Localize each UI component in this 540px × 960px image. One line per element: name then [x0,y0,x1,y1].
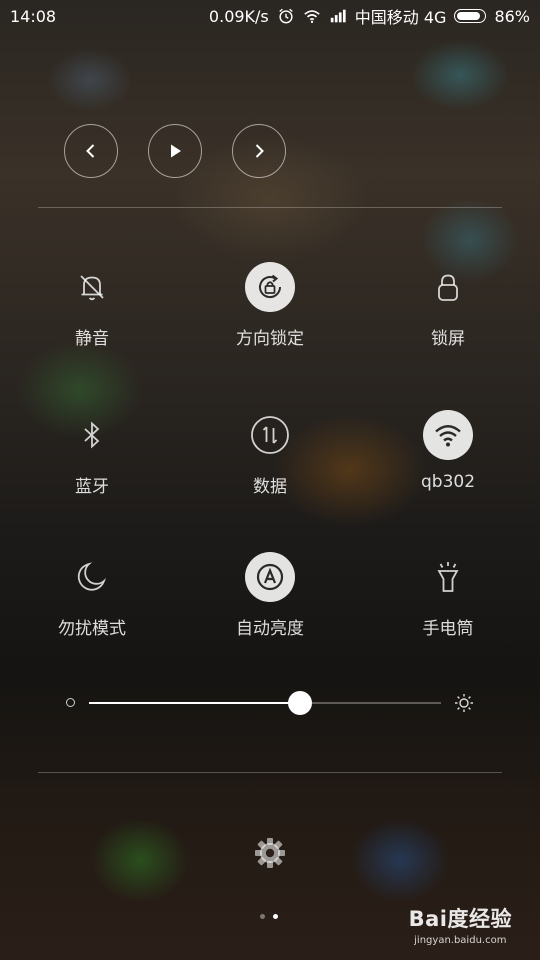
next-icon [255,144,264,158]
rotation-lock-icon [245,262,295,312]
top-divider [38,207,502,208]
net-speed: 0.09K/s [208,6,269,26]
signal-icon [330,9,346,23]
brightness-slider[interactable] [60,690,480,716]
previous-button[interactable] [64,124,118,178]
toggle-label: qb302 [420,472,476,492]
auto-brightness-icon [245,552,295,602]
page-indicator [260,914,278,919]
brightness-high-icon [455,694,473,712]
bottom-divider [38,772,502,773]
toggle-wifi[interactable]: qb302 [368,410,528,492]
wifi-icon [423,410,473,460]
toggle-label: 蓝牙 [75,477,109,497]
page-dot [260,914,265,919]
toggle-auto-brightness[interactable]: 自动亮度 [190,552,350,639]
status-time: 14:08 [10,6,57,26]
toggle-label: 数据 [253,477,287,497]
data-arrows-icon [245,410,295,460]
brightness-thumb[interactable] [288,691,313,715]
status-bar: 14:08 0.09K/s 中国移动 4G 86% [0,0,540,32]
status-right: 0.09K/s 中国移动 4G 86% [209,4,530,28]
toggle-label: 自动亮度 [236,619,304,639]
brightness-fill [89,702,301,704]
toggle-label: 锁屏 [431,329,465,349]
play-icon [171,144,181,158]
page-dot-current [273,914,278,919]
baidu-watermark: Bai度经验 jingyan.baidu.com [409,903,512,946]
watermark-url: jingyan.baidu.com [414,935,507,946]
watermark-logo: Bai度经验 [408,907,512,931]
battery-icon [454,9,487,23]
brightness-low-icon [66,698,75,707]
previous-icon [86,144,95,158]
toggle-lock-screen[interactable]: 锁屏 [368,262,528,349]
toggle-label: 方向锁定 [236,329,304,349]
lock-icon [423,262,473,312]
carrier-label: 中国移动 4G [354,8,447,27]
media-controls [64,124,286,178]
battery-percent: 86% [494,6,530,26]
toggle-do-not-disturb[interactable]: 勿扰模式 [12,552,172,639]
moon-icon [67,552,117,602]
flashlight-icon [423,552,473,602]
bluetooth-icon [67,410,117,460]
brightness-track[interactable] [89,691,441,715]
toggle-label: 勿扰模式 [58,619,126,639]
toggle-bluetooth[interactable]: 蓝牙 [12,410,172,497]
toggle-label: 手电筒 [422,619,474,639]
toggle-flashlight[interactable]: 手电筒 [368,552,528,639]
toggle-mobile-data[interactable]: 数据 [190,410,350,497]
play-button[interactable] [148,124,202,178]
toggle-label: 静音 [75,329,109,349]
bell-off-icon [67,262,117,312]
wifi-icon [304,10,320,24]
next-button[interactable] [232,124,286,178]
toggle-rotation-lock[interactable]: 方向锁定 [190,262,350,349]
alarm-icon [279,8,293,24]
gear-icon[interactable] [253,836,287,870]
toggle-silent[interactable]: 静音 [12,262,172,349]
